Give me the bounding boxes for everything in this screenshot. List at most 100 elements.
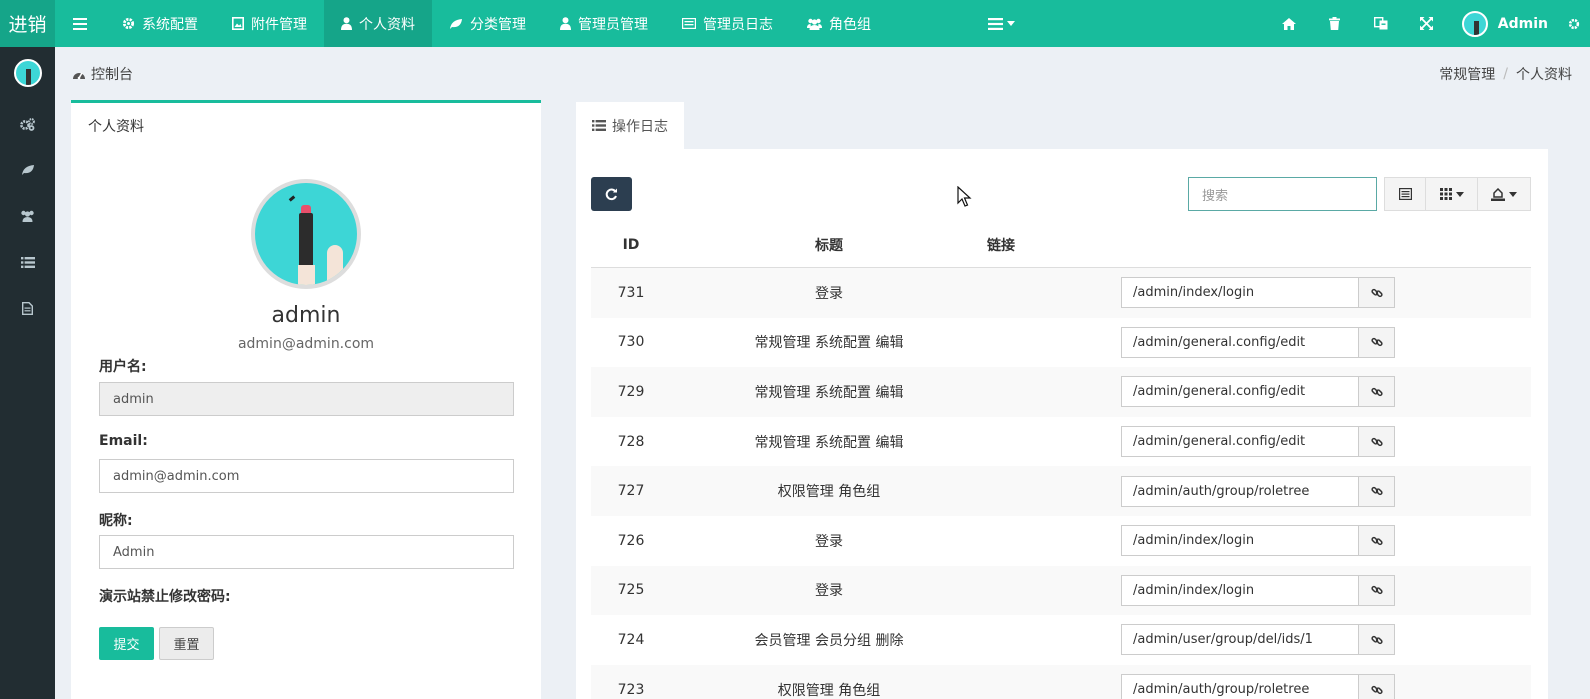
table-row[interactable]: 727 权限管理 角色组/admin/auth/group/roletree <box>591 466 1531 516</box>
refresh-button[interactable] <box>591 177 632 211</box>
breadcrumb[interactable]: 控制台 <box>72 64 133 84</box>
tab-label: 管理员管理 <box>578 16 648 33</box>
app-logo[interactable]: 进销 <box>0 0 55 47</box>
open-link-button[interactable] <box>1359 277 1395 309</box>
cell-id: 724 <box>617 631 645 648</box>
settings-button[interactable] <box>1568 0 1590 47</box>
email-label: Email: <box>99 433 148 449</box>
tab-profile[interactable]: 个人资料 <box>324 0 432 47</box>
password-label: 演示站禁止修改密码: <box>99 589 231 605</box>
cell-id: 729 <box>617 383 645 400</box>
sidebar-item-settings[interactable] <box>0 101 55 147</box>
export-button[interactable] <box>1477 177 1531 211</box>
toggle-view-button[interactable] <box>1384 177 1426 211</box>
sidebar-item-list[interactable] <box>0 239 55 285</box>
url-field[interactable]: /admin/index/login <box>1121 525 1359 557</box>
menu-toggle-button[interactable] <box>55 0 105 47</box>
url-field[interactable]: /admin/general.config/edit <box>1121 426 1359 458</box>
breadcrumb-parent[interactable]: 常规管理 <box>1439 64 1495 84</box>
cell-id: 730 <box>617 334 645 351</box>
home-icon <box>1281 17 1296 30</box>
breadcrumb-current: 个人资料 <box>1516 67 1572 83</box>
open-link-button[interactable] <box>1359 525 1395 557</box>
sidebar-item-users[interactable] <box>0 193 55 239</box>
top-nav-tabs: 系统配置 附件管理 个人资料 分类管理 管理员管理 管理员日志 角色组 <box>105 0 888 47</box>
column-link[interactable]: 链接 <box>987 235 1107 255</box>
submit-button[interactable]: 提交 <box>99 627 154 660</box>
leaf-icon <box>21 165 34 175</box>
open-link-button[interactable] <box>1359 624 1395 656</box>
table-row[interactable]: 725 登录/admin/index/login <box>591 565 1531 616</box>
search-input[interactable]: 搜索 <box>1188 177 1377 211</box>
url-field[interactable]: /admin/general.config/edit <box>1121 326 1359 358</box>
clear-cache-button[interactable] <box>1312 0 1358 47</box>
panel-title: 个人资料 <box>88 119 144 135</box>
column-title[interactable]: 标题 <box>671 235 987 255</box>
url-field[interactable]: /admin/general.config/edit <box>1121 376 1359 408</box>
table-row[interactable]: 723 权限管理 角色组/admin/auth/group/roletree <box>591 664 1531 699</box>
reset-button[interactable]: 重置 <box>159 627 214 660</box>
document-icon <box>22 301 33 315</box>
breadcrumb-dashboard[interactable]: 控制台 <box>91 64 133 84</box>
tab-operation-log[interactable]: 操作日志 <box>576 102 684 149</box>
table-header: ID 标题 链接 <box>591 222 1531 268</box>
open-link-button[interactable] <box>1359 674 1395 699</box>
link-icon <box>1370 437 1383 446</box>
tab-role-group[interactable]: 角色组 <box>790 0 888 47</box>
avatar <box>1461 10 1488 37</box>
open-link-button[interactable] <box>1359 426 1395 458</box>
table-row[interactable]: 724 会员管理 会员分组 删除/admin/user/group/del/ids… <box>591 615 1531 665</box>
url-field[interactable]: /admin/index/login <box>1121 574 1359 606</box>
user-menu[interactable]: Admin <box>1450 10 1568 37</box>
table-row[interactable]: 726 登录/admin/index/login <box>591 516 1531 566</box>
tab-category[interactable]: 分类管理 <box>432 0 543 47</box>
nickname-field[interactable]: Admin <box>99 535 514 569</box>
tab-label: 管理员日志 <box>703 16 773 33</box>
profile-avatar[interactable] <box>251 179 361 289</box>
cell-title: 常规管理 系统配置 编辑 <box>754 384 904 401</box>
username-field: admin <box>99 382 514 416</box>
email-field[interactable]: admin@admin.com <box>99 459 514 493</box>
tab-system-config[interactable]: 系统配置 <box>105 0 215 47</box>
profile-panel: 个人资料 admin admin@admin.com 用户名: admin Em… <box>71 100 541 699</box>
open-link-button[interactable] <box>1359 475 1395 507</box>
table-row[interactable]: 728 常规管理 系统配置 编辑/admin/general.config/edi… <box>591 417 1531 467</box>
url-field[interactable]: /admin/auth/group/roletree <box>1121 674 1359 699</box>
more-menu-dropdown[interactable] <box>972 0 1031 47</box>
hamburger-icon <box>73 17 87 30</box>
profile-name: admin <box>271 303 341 328</box>
expand-icon <box>1420 17 1434 30</box>
url-field[interactable]: /admin/auth/group/roletree <box>1121 475 1359 507</box>
tab-admin-log[interactable]: 管理员日志 <box>665 0 790 47</box>
tab-attachments[interactable]: 附件管理 <box>215 0 324 47</box>
sidebar-item-category[interactable] <box>0 147 55 193</box>
table-row[interactable]: 729 常规管理 系统配置 编辑/admin/general.config/edi… <box>591 367 1531 417</box>
home-button[interactable] <box>1266 0 1312 47</box>
cell-title: 会员管理 会员分组 删除 <box>754 632 904 649</box>
table-row[interactable]: 730 常规管理 系统配置 编辑/admin/general.config/edi… <box>591 318 1531 368</box>
table-row[interactable]: 731 登录/admin/index/login <box>591 268 1531 318</box>
sidebar-item-document[interactable] <box>0 285 55 331</box>
fullscreen-button[interactable] <box>1404 0 1450 47</box>
url-field[interactable]: /admin/user/group/del/ids/1 <box>1121 624 1359 656</box>
caret-down-icon <box>1007 21 1015 26</box>
table-toolbar <box>1384 177 1531 211</box>
avatar[interactable] <box>13 59 42 87</box>
tab-admin-manage[interactable]: 管理员管理 <box>543 0 665 47</box>
open-link-button[interactable] <box>1359 376 1395 408</box>
cell-id: 723 <box>617 681 645 698</box>
user-icon <box>560 17 571 30</box>
url-field[interactable]: /admin/index/login <box>1121 277 1359 309</box>
link-icon <box>1370 586 1383 595</box>
list-alt-icon <box>1398 188 1412 200</box>
cell-link: /admin/index/login <box>1121 277 1395 309</box>
column-id[interactable]: ID <box>591 237 671 253</box>
tab-label: 角色组 <box>829 16 871 33</box>
language-button[interactable] <box>1358 0 1404 47</box>
cell-id: 727 <box>617 483 645 500</box>
columns-button[interactable] <box>1425 177 1478 211</box>
open-link-button[interactable] <box>1359 574 1395 606</box>
open-link-button[interactable] <box>1359 326 1395 358</box>
nickname-label: 昵称: <box>99 513 133 529</box>
breadcrumb-separator: / <box>1503 66 1508 82</box>
